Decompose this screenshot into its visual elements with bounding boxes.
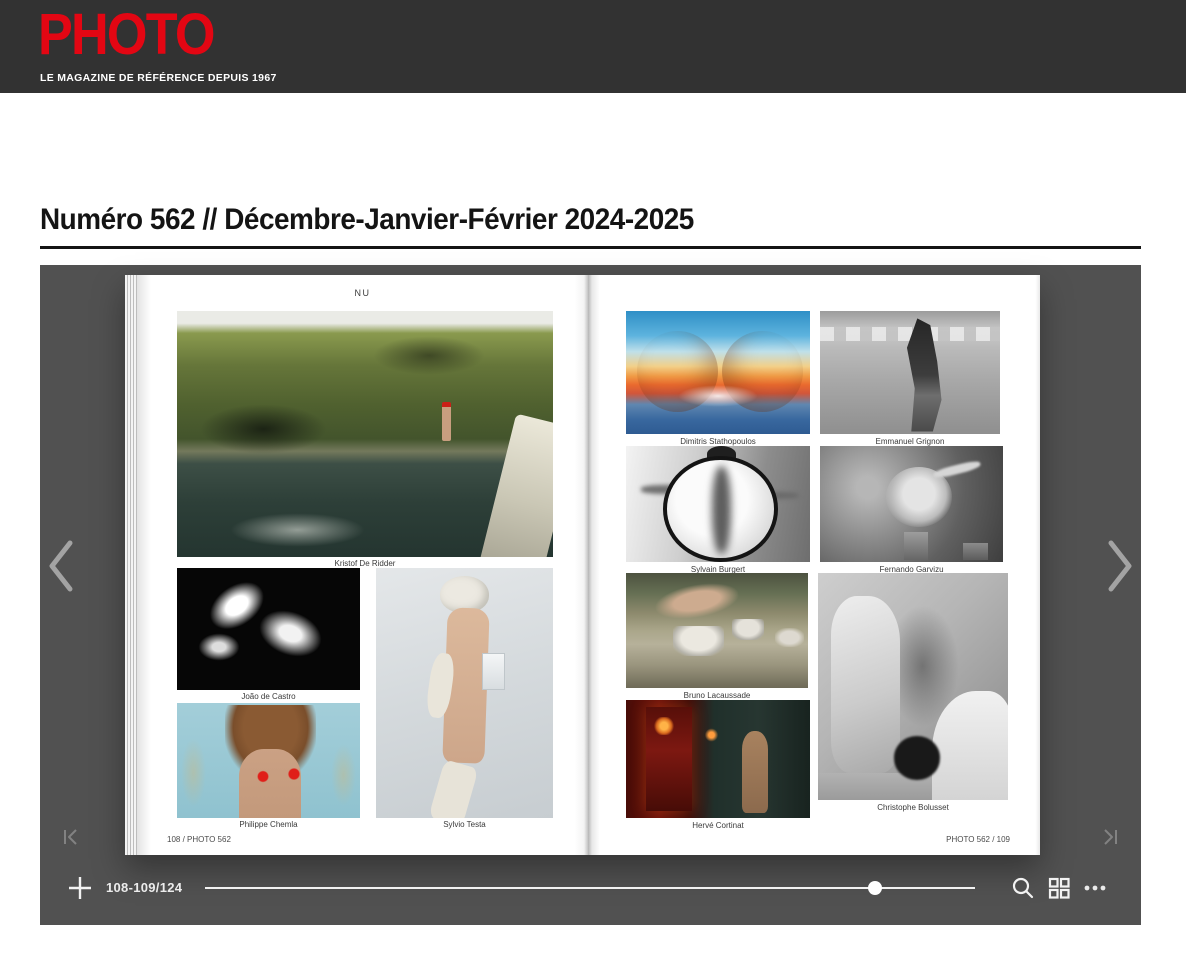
title-divider: [40, 246, 1141, 249]
photo-sylvio-testa: [376, 568, 553, 818]
skip-to-first-icon: [64, 829, 77, 845]
photo-herve-cortinat: [626, 700, 810, 818]
photo-caption: Sylvio Testa: [443, 820, 486, 829]
chevron-right-icon: [1108, 540, 1132, 592]
photo-art: [229, 512, 365, 548]
page-footer-right: PHOTO 562 / 109: [946, 835, 1010, 844]
photo-art: [330, 744, 357, 807]
photo-art: [195, 631, 243, 664]
site-logo[interactable]: PHOTO: [38, 4, 215, 66]
photo-christophe-bolusset: [818, 573, 1008, 800]
photo-art: [180, 737, 207, 807]
page-indicator: 108-109/124: [106, 880, 183, 895]
photo-sylvain-burgert: [626, 446, 810, 562]
photo-bruno-lacaussade: [626, 573, 808, 688]
page-slider[interactable]: [205, 878, 975, 898]
photo-art: [820, 326, 1000, 341]
search-button[interactable]: [1009, 874, 1037, 902]
flipbook-viewer: NU Kristof De Ridder João de Castro Sylv…: [40, 265, 1141, 925]
photo-caption: João de Castro: [241, 692, 296, 701]
photo-art: [239, 749, 302, 818]
photo-art: [705, 728, 718, 743]
plus-icon: [69, 877, 91, 899]
left-page[interactable]: NU Kristof De Ridder João de Castro Sylv…: [137, 275, 588, 855]
photo-art: [711, 466, 731, 554]
first-page-button[interactable]: [60, 827, 82, 847]
page-stack-edge: [125, 275, 137, 855]
photo-joao-de-castro: [177, 568, 360, 690]
page-root: PHOTO LE MAGAZINE DE RÉFÉRENCE DEPUIS 19…: [0, 0, 1186, 953]
photo-art: [653, 716, 674, 736]
photo-art: [652, 577, 741, 624]
photo-art: [247, 598, 334, 670]
photo-art: [731, 619, 765, 640]
right-page[interactable]: Dimitris Stathopoulos Emmanuel Grignon S…: [588, 275, 1040, 855]
last-page-button[interactable]: [1099, 827, 1121, 847]
photo-kristof-de-ridder: [177, 311, 553, 557]
photo-art: [442, 402, 452, 442]
photo-art: [662, 456, 778, 562]
photo-caption: Philippe Chemla: [239, 820, 298, 829]
photo-art: [933, 458, 982, 480]
photo-art: [677, 384, 759, 407]
prev-page-button[interactable]: [44, 538, 78, 594]
book-spine: [584, 275, 592, 855]
photo-art: [428, 759, 480, 818]
next-page-button[interactable]: [1103, 538, 1137, 594]
ellipsis-icon: [1084, 885, 1106, 891]
issue-title: Numéro 562 // Décembre-Janvier-Février 2…: [40, 203, 694, 236]
photo-art: [894, 736, 940, 780]
photo-emmanuel-grignon: [820, 311, 1000, 434]
photo-art: [255, 769, 271, 784]
section-heading: NU: [354, 288, 371, 298]
page-footer-left: 108 / PHOTO 562: [167, 835, 231, 844]
chevron-left-icon: [49, 540, 73, 592]
site-header: PHOTO LE MAGAZINE DE RÉFÉRENCE DEPUIS 19…: [0, 0, 1186, 93]
search-icon: [1012, 877, 1034, 899]
book-spread: NU Kristof De Ridder João de Castro Sylv…: [125, 275, 1040, 855]
slider-thumb[interactable]: [867, 881, 882, 895]
photo-art: [775, 628, 805, 647]
photo-dimitris-stathopoulos: [626, 311, 810, 434]
more-options-button[interactable]: [1081, 874, 1109, 902]
photo-art: [673, 625, 725, 656]
grid-icon: [1048, 877, 1070, 899]
photo-art: [286, 767, 302, 782]
slider-track[interactable]: [205, 887, 975, 889]
skip-to-last-icon: [1104, 829, 1117, 845]
photo-caption: Kristof De Ridder: [334, 559, 396, 568]
photo-art: [482, 653, 506, 690]
photo-art: [831, 595, 900, 773]
photo-art: [372, 335, 486, 375]
photo-caption: Dimitris Stathopoulos: [680, 437, 756, 446]
photo-art: [962, 543, 989, 560]
thumbnails-grid-button[interactable]: [1045, 874, 1073, 902]
photo-fernando-garvizu: [820, 446, 1003, 562]
photo-philippe-chemla: [177, 703, 360, 818]
photo-caption: Christophe Bolusset: [877, 803, 949, 812]
site-tagline: LE MAGAZINE DE RÉFÉRENCE DEPUIS 1967: [40, 72, 277, 84]
photo-art: [904, 531, 928, 560]
zoom-in-button[interactable]: [64, 872, 96, 904]
photo-art: [199, 404, 328, 454]
photo-art: [741, 730, 768, 814]
photo-caption: Hervé Cortinat: [692, 821, 744, 830]
photo-caption: Emmanuel Grignon: [875, 437, 945, 446]
photo-caption: Bruno Lacaussade: [683, 691, 751, 700]
photo-art: [479, 413, 553, 557]
